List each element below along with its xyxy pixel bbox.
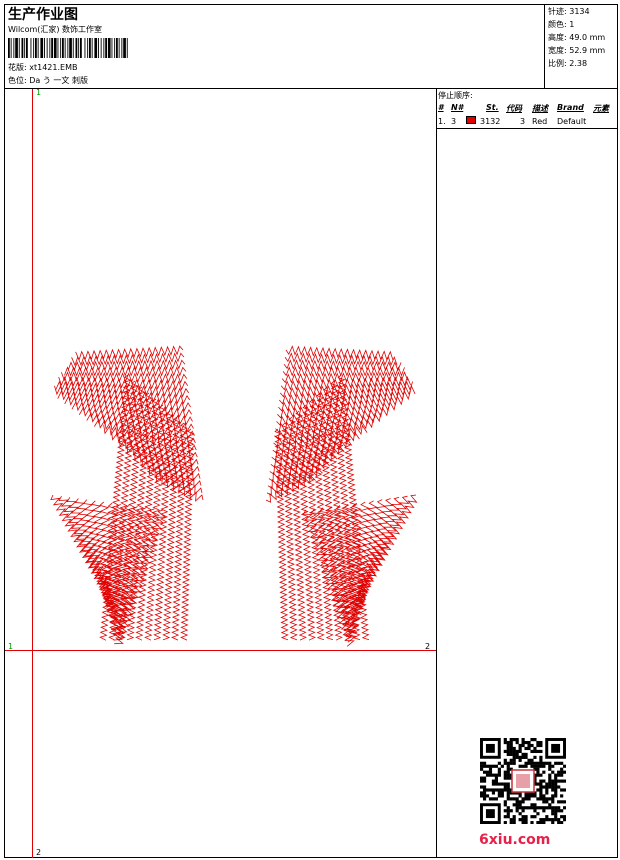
stat-height: 高度: 49.0 mm <box>548 33 606 42</box>
v-guide-top-label: 1 <box>36 88 42 97</box>
row-code: 3 <box>520 117 526 126</box>
sidebar-divider <box>436 88 437 858</box>
page-title: 生产作业图 <box>8 7 78 23</box>
col-brand: Brand <box>557 103 584 112</box>
v-guide-bottom-label: 2 <box>36 848 42 857</box>
header-divider <box>4 88 618 89</box>
stats-divider <box>544 4 545 88</box>
horizontal-guide <box>5 650 436 651</box>
col-st: St. <box>486 103 499 112</box>
stop-sequence-divider <box>436 128 618 129</box>
stat-stitches: 针迹: 3134 <box>548 7 590 16</box>
col-hash: # <box>438 103 444 112</box>
h-guide-left-label: 1 <box>8 642 14 651</box>
design-file-name: xt1421.EMB <box>29 63 78 72</box>
col-element: 元素 <box>593 104 609 113</box>
row-n: 3 <box>451 117 457 126</box>
col-n: N# <box>451 103 464 112</box>
color-label: 色位: <box>8 76 27 85</box>
stat-ratio: 比例: 2.38 <box>548 59 588 68</box>
qr-code <box>480 738 566 824</box>
color-row: 色位: Da う 一文 刺版 <box>8 75 88 86</box>
company-name: Wilcom(汇家) 数饰工作室 <box>8 25 103 34</box>
col-code: 代码 <box>506 104 522 113</box>
stats-panel: 针迹: 3134 颜色: 1 高度: 49.0 mm 宽度: 52.9 mm 比… <box>548 5 605 70</box>
row-desc: Red <box>532 117 548 126</box>
stat-width: 宽度: 52.9 mm <box>548 46 606 55</box>
embroidery-wings-design <box>50 345 418 647</box>
row-st: 3132 <box>480 117 501 126</box>
stop-sequence-title: 停止顺序: <box>438 91 473 100</box>
design-file-row: 花版: xt1421.EMB <box>8 62 77 73</box>
row-color-swatch <box>466 116 476 124</box>
stat-colors: 颜色: 1 <box>548 20 575 29</box>
row-index: 1. <box>438 117 446 126</box>
barcode <box>8 38 128 58</box>
watermark-logo: 6xiu.com <box>479 832 551 848</box>
col-desc: 描述 <box>532 104 548 113</box>
row-brand: Default <box>557 117 587 126</box>
color-value: Da う 一文 刺版 <box>29 76 88 85</box>
design-file-label: 花版: <box>8 63 27 72</box>
